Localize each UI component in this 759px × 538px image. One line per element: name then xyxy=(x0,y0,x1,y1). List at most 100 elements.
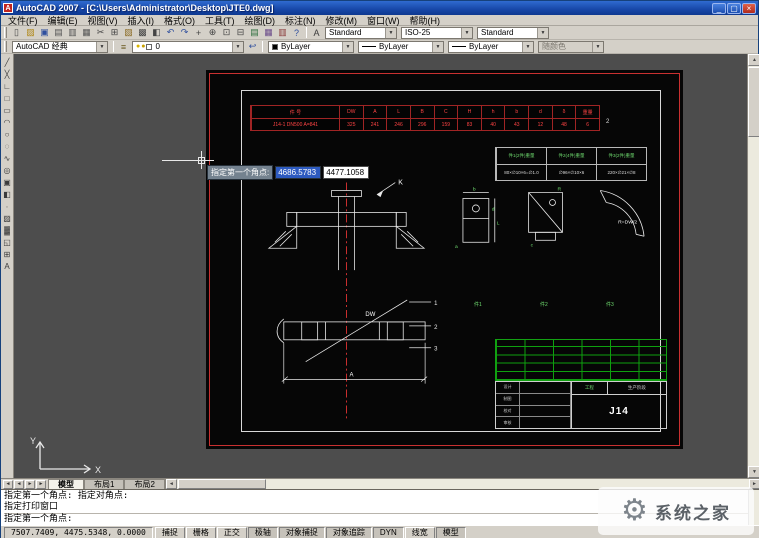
scroll-left-icon[interactable] xyxy=(166,479,177,489)
scroll-down-icon[interactable] xyxy=(748,466,759,478)
chevron-down-icon[interactable] xyxy=(432,42,443,52)
circle-icon[interactable]: ○ xyxy=(1,128,13,140)
minimize-button[interactable]: _ xyxy=(712,3,726,14)
text-style-combo[interactable]: Standard xyxy=(325,27,397,39)
line-icon[interactable]: ╱ xyxy=(1,56,13,68)
menu-item[interactable]: 绘图(D) xyxy=(240,14,281,27)
tab-layout1[interactable]: 布局1 xyxy=(84,479,124,489)
tab-prev-button[interactable]: ◄ xyxy=(14,480,24,489)
close-button[interactable]: × xyxy=(742,3,756,14)
tab-layout2[interactable]: 布局2 xyxy=(124,479,164,489)
table-style-combo[interactable]: Standard xyxy=(477,27,549,39)
paste-icon[interactable]: ▧ xyxy=(122,26,135,39)
dim-style-combo[interactable]: ISO-25 xyxy=(401,27,473,39)
menu-item[interactable]: 窗口(W) xyxy=(362,14,405,27)
zoom-realtime-icon[interactable]: ⊕ xyxy=(206,26,219,39)
menu-item[interactable]: 标注(N) xyxy=(280,14,321,27)
dyn-button[interactable]: DYN xyxy=(373,527,404,538)
color-combo[interactable]: ByLayer xyxy=(268,41,354,53)
vertical-scroll-thumb[interactable] xyxy=(748,67,759,137)
toolbar-grip[interactable] xyxy=(4,27,7,38)
model-button[interactable]: 模型 xyxy=(436,527,466,538)
hatch-icon[interactable]: ▨ xyxy=(1,212,13,224)
menu-item[interactable]: 帮助(H) xyxy=(405,14,446,27)
toolbar-grip[interactable] xyxy=(4,41,7,52)
help-icon[interactable]: ? xyxy=(290,26,303,39)
zoom-previous-icon[interactable]: ⊟ xyxy=(234,26,247,39)
region-icon[interactable]: ◱ xyxy=(1,236,13,248)
copy-icon[interactable]: ⊞ xyxy=(108,26,121,39)
layer-properties-icon[interactable]: ≡ xyxy=(117,40,130,53)
spline-icon[interactable]: ∿ xyxy=(1,152,13,164)
plot-preview-icon[interactable]: ▥ xyxy=(66,26,79,39)
chevron-down-icon[interactable] xyxy=(522,42,533,52)
menu-item[interactable]: 文件(F) xyxy=(3,14,43,27)
ortho-button[interactable]: 正交 xyxy=(217,527,247,538)
layer-combo[interactable]: ● ● 0 xyxy=(132,41,244,53)
block-editor-icon[interactable]: ◧ xyxy=(150,26,163,39)
redo-icon[interactable]: ↷ xyxy=(178,26,191,39)
construction-line-icon[interactable]: ╳ xyxy=(1,68,13,80)
menu-item[interactable]: 插入(I) xyxy=(123,14,160,27)
lineweight-combo[interactable]: ByLayer xyxy=(448,41,534,53)
snap-button[interactable]: 捕捉 xyxy=(155,527,185,538)
tool-palettes-icon[interactable]: ▥ xyxy=(276,26,289,39)
restore-button[interactable]: ▢ xyxy=(727,3,741,14)
arc-icon[interactable]: ◠ xyxy=(1,116,13,128)
point-icon[interactable]: ∙ xyxy=(1,200,13,212)
designcenter-icon[interactable]: ▦ xyxy=(262,26,275,39)
properties-icon[interactable]: ▤ xyxy=(248,26,261,39)
make-block-icon[interactable]: ◧ xyxy=(1,188,13,200)
polar-button[interactable]: 极轴 xyxy=(248,527,278,538)
drawing-canvas[interactable]: K b d L a xyxy=(14,54,747,478)
dynamic-input-x-field[interactable]: 4686.5783 xyxy=(275,166,321,179)
text-style-icon[interactable]: A xyxy=(310,26,323,39)
tab-last-button[interactable]: ► xyxy=(36,480,46,489)
chevron-down-icon[interactable] xyxy=(461,28,472,38)
insert-block-icon[interactable]: ▣ xyxy=(1,176,13,188)
match-properties-icon[interactable]: ▩ xyxy=(136,26,149,39)
scroll-up-icon[interactable] xyxy=(748,54,759,66)
tab-first-button[interactable]: ◄ xyxy=(3,480,13,489)
menu-item[interactable]: 编辑(E) xyxy=(43,14,83,27)
undo-icon[interactable]: ↶ xyxy=(164,26,177,39)
chevron-down-icon[interactable] xyxy=(385,28,396,38)
coordinates-readout[interactable]: 7507.7409, 4475.5348, 0.0000 xyxy=(4,527,153,538)
layer-previous-icon[interactable]: ↩ xyxy=(246,40,259,53)
ellipse-icon[interactable]: ◎ xyxy=(1,164,13,176)
polygon-icon[interactable]: □ xyxy=(1,92,13,104)
menu-item[interactable]: 工具(T) xyxy=(200,14,240,27)
menu-item[interactable]: 修改(M) xyxy=(321,14,363,27)
lwt-button[interactable]: 线宽 xyxy=(405,527,435,538)
polyline-icon[interactable]: ∟ xyxy=(1,80,13,92)
linetype-combo[interactable]: ByLayer xyxy=(358,41,444,53)
chevron-down-icon[interactable] xyxy=(96,42,107,52)
otrack-button[interactable]: 对象追踪 xyxy=(326,527,372,538)
publish-icon[interactable]: ▦ xyxy=(80,26,93,39)
chevron-down-icon[interactable] xyxy=(342,42,353,52)
horizontal-scroll-thumb[interactable] xyxy=(178,479,266,489)
pan-icon[interactable]: + xyxy=(192,26,205,39)
open-icon[interactable]: ▨ xyxy=(24,26,37,39)
dynamic-input-y-field[interactable]: 4477.1058 xyxy=(323,166,369,179)
menu-item[interactable]: 格式(O) xyxy=(159,14,200,27)
tab-model[interactable]: 模型 xyxy=(48,479,84,489)
gradient-icon[interactable]: ▓ xyxy=(1,224,13,236)
cut-icon[interactable]: ✂ xyxy=(94,26,107,39)
save-icon[interactable]: ▣ xyxy=(38,26,51,39)
plot-icon[interactable]: ▤ xyxy=(52,26,65,39)
plot-style-combo[interactable]: 随颜色 xyxy=(538,41,604,53)
chevron-down-icon[interactable] xyxy=(537,28,548,38)
zoom-window-icon[interactable]: ⊡ xyxy=(220,26,233,39)
chevron-down-icon[interactable] xyxy=(232,42,243,52)
grid-button[interactable]: 栅格 xyxy=(186,527,216,538)
revision-cloud-icon[interactable]: ◌ xyxy=(1,140,13,152)
menu-item[interactable]: 视图(V) xyxy=(83,14,123,27)
tab-next-button[interactable]: ► xyxy=(25,480,35,489)
qnew-icon[interactable]: ▯ xyxy=(10,26,23,39)
chevron-down-icon[interactable] xyxy=(592,42,603,52)
table-icon[interactable]: ⊞ xyxy=(1,248,13,260)
rectangle-icon[interactable]: ▭ xyxy=(1,104,13,116)
vertical-scrollbar[interactable] xyxy=(747,54,759,478)
osnap-button[interactable]: 对象捕捉 xyxy=(279,527,325,538)
